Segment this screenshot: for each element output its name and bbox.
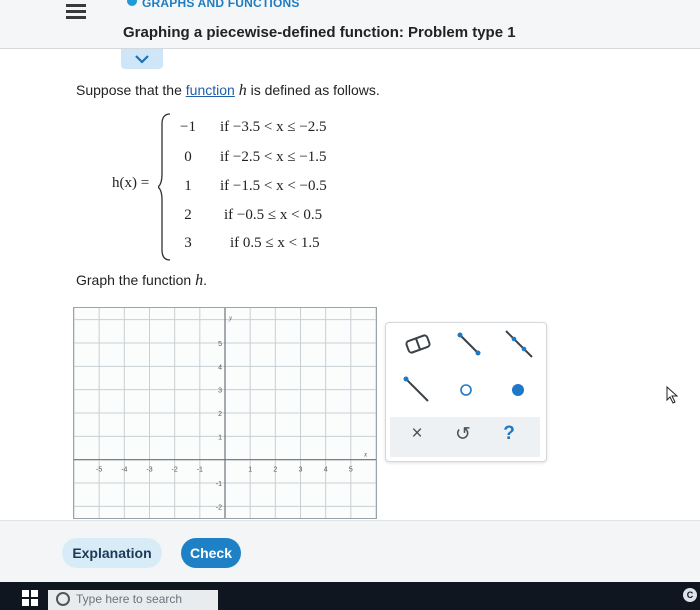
formula-lhs: h(x) =	[112, 175, 150, 191]
clear-button[interactable]: ×	[402, 423, 432, 445]
help-button[interactable]: ?	[494, 423, 524, 445]
mouse-cursor-icon	[666, 386, 679, 404]
check-button[interactable]: Check	[181, 538, 241, 568]
collapse-header-button[interactable]	[121, 49, 163, 69]
os-taskbar: Type here to search C	[0, 582, 700, 610]
closed-point-icon[interactable]	[510, 382, 526, 398]
search-placeholder: Type here to search	[76, 592, 183, 606]
piecewise-formula: h(x) = −1 if −3.5 < x ≤ −2.5 0 if −2.5 <…	[110, 112, 410, 262]
line-icon[interactable]	[504, 329, 534, 359]
graph-prompt-text: Graph the function	[76, 272, 196, 288]
search-icon	[56, 592, 70, 606]
x-tick-label: -5	[96, 467, 102, 474]
x-tick-label: -4	[121, 467, 127, 474]
left-brace-icon	[158, 113, 171, 261]
y-tick-label: 3	[218, 388, 222, 395]
function-link[interactable]: function	[186, 82, 235, 98]
graph-area[interactable]: -5 -4 -3 -2 -1 1 2 3 4 5 5 4 3 2 1 -1 -2 x y	[73, 307, 377, 519]
piece-condition: if −1.5 < x < −0.5	[220, 178, 327, 194]
x-tick-label: 4	[324, 467, 328, 474]
piece-condition: if −0.5 ≤ x < 0.5	[224, 207, 323, 223]
x-tick-label: -3	[146, 467, 152, 474]
y-axis-label: y	[228, 314, 233, 322]
piece-value: 2	[184, 207, 192, 223]
explanation-button[interactable]: Explanation	[62, 538, 162, 568]
intro-text-after: is defined as follows.	[246, 82, 380, 98]
y-tick-label: 5	[218, 341, 222, 348]
piece-condition: if 0.5 ≤ x < 1.5	[230, 235, 320, 251]
tool-palette: × ↺ ?	[385, 322, 547, 462]
piece-condition: if −2.5 < x ≤ −1.5	[220, 149, 327, 165]
tool-actions-row: × ↺ ?	[390, 417, 540, 457]
x-tick-label: 3	[299, 467, 303, 474]
intro-text-before: Suppose that the	[76, 82, 186, 98]
y-tick-label: 2	[218, 411, 222, 418]
intro-variable: h	[238, 82, 247, 99]
piece-value: −1	[180, 119, 196, 135]
graph-prompt: Graph the function h.	[76, 272, 207, 290]
page-title: Graphing a piecewise-defined function: P…	[123, 24, 516, 41]
chevron-down-icon	[135, 55, 149, 64]
topic-progress-icon	[127, 0, 137, 6]
eraser-icon[interactable]	[404, 333, 432, 355]
tray-app-icon[interactable]: C	[683, 588, 697, 602]
x-axis-label: x	[363, 451, 368, 459]
piece-value: 0	[184, 149, 192, 165]
hamburger-menu-icon[interactable]	[66, 4, 86, 20]
ray-icon[interactable]	[402, 375, 432, 405]
graph-prompt-period: .	[203, 272, 207, 288]
graph-canvas[interactable]: -5 -4 -3 -2 -1 1 2 3 4 5 5 4 3 2 1 -1 -2 x y	[74, 308, 376, 518]
y-tick-label: 4	[218, 364, 222, 371]
y-tick-label: -2	[216, 504, 222, 511]
piece-value: 3	[184, 235, 192, 251]
problem-intro: Suppose that the function h is defined a…	[76, 82, 380, 100]
x-tick-label: -2	[172, 467, 178, 474]
x-tick-label: 1	[248, 467, 252, 474]
x-tick-label: 5	[349, 467, 353, 474]
undo-button[interactable]: ↺	[448, 423, 478, 446]
topic-label: GRAPHS AND FUNCTIONS	[142, 0, 300, 10]
y-tick-label: 1	[218, 434, 222, 441]
open-point-icon[interactable]	[458, 382, 474, 398]
piece-condition: if −3.5 < x ≤ −2.5	[220, 119, 327, 135]
x-tick-label: -1	[197, 467, 203, 474]
piece-value: 1	[184, 178, 192, 194]
y-tick-label: -1	[216, 481, 222, 488]
graph-prompt-variable: h	[195, 272, 204, 289]
taskbar-search-input[interactable]: Type here to search	[48, 590, 218, 610]
x-tick-label: 2	[273, 467, 277, 474]
windows-start-icon[interactable]	[22, 590, 38, 606]
header-bar: GRAPHS AND FUNCTIONS Graphing a piecewis…	[0, 0, 700, 49]
segment-icon[interactable]	[454, 329, 484, 359]
